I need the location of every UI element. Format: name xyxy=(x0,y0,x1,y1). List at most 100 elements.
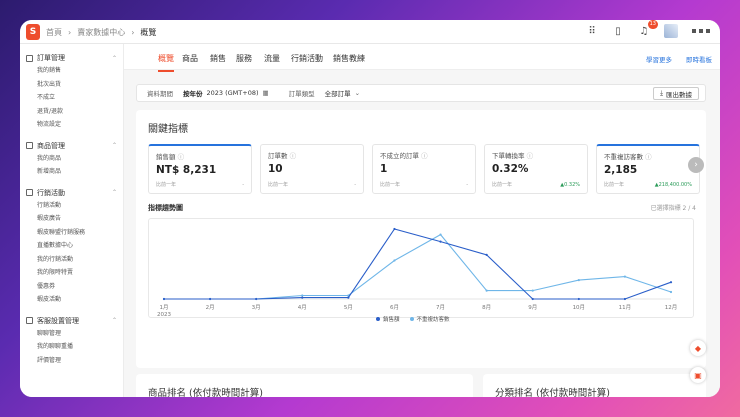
sidebar-item[interactable]: 我的銷售 xyxy=(20,64,123,78)
order-type-select[interactable]: 全部訂單 xyxy=(325,88,351,98)
learn-more-link[interactable]: 學習更多 xyxy=(646,54,672,64)
kpi-compare: 比前一年 xyxy=(268,182,289,188)
tab-3[interactable]: 服務 xyxy=(236,53,252,64)
live-dashboard-link[interactable]: 即時看板 xyxy=(686,54,712,64)
period-type[interactable]: 按年份 xyxy=(183,88,203,98)
series-point xyxy=(301,296,304,299)
kpi-card[interactable]: 下單轉換率 ⓘ 0.32% 比前一年 ▲0.32% xyxy=(484,144,588,194)
kpi-value: NT$ 8,231 xyxy=(156,164,217,176)
sidebar-group: 客服設置管理 ⌃ 聊聊管理 我的聊聊重播 評價管理 xyxy=(20,315,123,368)
product-rank-title: 商品排名 (依付款時間計算) xyxy=(148,388,263,397)
info-icon: ⓘ xyxy=(645,153,652,161)
sidebar-item[interactable]: 我的行銷活動 xyxy=(20,253,123,267)
sidebar-item[interactable]: 新增商品 xyxy=(20,165,123,179)
x-tick-label: 9月 xyxy=(528,304,537,311)
period-label: 資料期間 xyxy=(147,90,173,98)
bell-icon[interactable]: ♫ 13 xyxy=(638,20,658,37)
kpi-card[interactable]: 不重複訪客數 ⓘ 2,185 比前一年 ▲218,400.00% xyxy=(596,144,700,194)
sidebar-group: 行銷活動 ⌃ 行銷活動 蝦皮廣告 蝦皮聯盟行銷服務 直播數據中心 我的行銷活動 我的限時特賣優… xyxy=(20,187,123,307)
avatar[interactable] xyxy=(664,24,678,38)
x-tick-label: 8月 xyxy=(482,304,491,311)
kpi-card[interactable]: 不成立的訂單 ⓘ 1 比前一年 - xyxy=(372,144,476,194)
tab-0[interactable]: 概覽 xyxy=(158,53,174,72)
next-arrow-button[interactable]: › xyxy=(688,157,704,173)
help-float-button[interactable]: ◆ xyxy=(690,340,706,356)
sidebar-group: 商品管理 ⌃ 我的商品 新增商品 xyxy=(20,140,123,179)
app-window: S 首頁 › 賣家數據中心 › 概覽 ⠿ ▯ ♫ 13 訂單管理 ⌃ 我的銷售 批次出貨… xyxy=(20,20,720,397)
sidebar-item[interactable]: 評價管理 xyxy=(20,354,123,368)
series-point xyxy=(255,297,258,301)
menu-icon xyxy=(26,142,33,149)
calendar-icon[interactable]: ▦ xyxy=(263,89,269,97)
sidebar-item[interactable]: 蝦皮廣告 xyxy=(20,212,123,226)
series-point xyxy=(301,294,304,297)
legend-item[interactable]: 不重複訪客數 xyxy=(409,315,450,323)
sidebar-item[interactable]: 我的限時特賣 xyxy=(20,266,123,280)
series-point xyxy=(347,296,350,299)
sidebar-item[interactable]: 蝦皮聯盟行銷服務 xyxy=(20,226,123,240)
breadcrumb-home[interactable]: 首頁 xyxy=(46,27,62,38)
sidebar-item[interactable]: 優惠券 xyxy=(20,280,123,294)
legend-item[interactable]: 銷售額 xyxy=(376,315,400,323)
sidebar-item[interactable]: 不成立 xyxy=(20,91,123,105)
trend-chart-svg: 1月 2月 3月 4月 5月 6月 7月 8月 9月 10月 11月 12月 2023 xyxy=(157,227,677,318)
info-icon: ⓘ xyxy=(177,153,185,161)
legend-dot-icon xyxy=(376,317,380,321)
sidebar-item[interactable]: 聊聊管理 xyxy=(20,327,123,341)
series-point xyxy=(531,297,534,301)
chevron-right-icon: › xyxy=(131,28,135,37)
chevron-down-icon[interactable]: ⌄ xyxy=(355,89,360,97)
kpi-value: 2,185 xyxy=(604,164,638,176)
menu-icon xyxy=(26,189,33,196)
sidebar-group-header[interactable]: 行銷活動 ⌃ xyxy=(20,187,123,199)
sidebar-item[interactable]: 退貨/退款 xyxy=(20,105,123,119)
chevron-right-icon: › xyxy=(68,28,72,37)
sidebar-group-header[interactable]: 訂單管理 ⌃ xyxy=(20,52,123,64)
chevron-up-icon: ⌃ xyxy=(111,317,117,324)
x-year-label: 2023 xyxy=(157,312,171,318)
x-tick-label: 1月 xyxy=(160,304,169,311)
tab-4[interactable]: 流量 xyxy=(264,53,280,64)
chat-icon: ▣ xyxy=(694,370,702,380)
product-rank-card: 商品排名 (依付款時間計算) xyxy=(136,374,473,397)
kpi-card[interactable]: 訂單數 ⓘ 10 比前一年 - xyxy=(260,144,364,194)
sidebar-group-header[interactable]: 客服設置管理 ⌃ xyxy=(20,315,123,327)
sidebar-item[interactable]: 批次出貨 xyxy=(20,78,123,92)
chevron-up-icon: ⌃ xyxy=(111,189,117,196)
sidebar-item[interactable]: 直播數據中心 xyxy=(20,239,123,253)
tab-5[interactable]: 行銷活動 xyxy=(291,53,323,64)
kpi-card[interactable]: 銷售額 ⓘ NT$ 8,231 比前一年 - xyxy=(148,144,252,194)
tab-6[interactable]: 銷售教練 xyxy=(333,53,365,64)
apps-grid-icon[interactable]: ⠿ xyxy=(586,25,598,37)
chevron-up-icon: ⌃ xyxy=(111,142,117,149)
period-value[interactable]: 2023 (GMT+08) xyxy=(207,89,259,97)
tab-2[interactable]: 銷售 xyxy=(210,53,226,64)
chat-float-button[interactable]: ▣ xyxy=(690,367,706,383)
menu-icon xyxy=(26,54,33,62)
breadcrumb-data-center[interactable]: 賣家數據中心 xyxy=(77,27,125,38)
book-icon[interactable]: ▯ xyxy=(612,25,624,37)
kpi-label: 銷售額 ⓘ xyxy=(156,153,185,161)
series-point xyxy=(669,281,673,284)
tab-1[interactable]: 商品 xyxy=(182,53,198,64)
info-icon: ⓘ xyxy=(526,152,534,160)
sidebar-item[interactable]: 我的商品 xyxy=(20,152,123,166)
sidebar-item[interactable]: 蝦皮活動 xyxy=(20,293,123,307)
series-point xyxy=(393,227,396,231)
kpi-value: 1 xyxy=(380,163,388,175)
category-rank-title: 分類排名 (依付款時間計算) xyxy=(495,388,610,397)
sidebar-item[interactable]: 我的聊聊重播 xyxy=(20,340,123,354)
sidebar-group-header[interactable]: 商品管理 ⌃ xyxy=(20,140,123,152)
sidebar-group-title: 客服設置管理 xyxy=(37,316,79,325)
legend-dot-icon xyxy=(409,317,414,321)
order-type-label: 訂單類型 xyxy=(288,90,315,98)
kpi-compare: 比前一年 xyxy=(492,182,513,188)
kpi-change: - xyxy=(242,182,244,188)
series-point xyxy=(439,240,442,243)
kpi-label: 下單轉換率 ⓘ xyxy=(492,152,534,160)
sidebar-item[interactable]: 物流設定 xyxy=(20,118,123,132)
shopee-logo[interactable]: S xyxy=(26,24,40,40)
sidebar-item[interactable]: 行銷活動 xyxy=(20,199,123,213)
export-button[interactable]: ⤓ 匯出數據 xyxy=(653,87,699,100)
username-redacted[interactable] xyxy=(692,29,710,33)
